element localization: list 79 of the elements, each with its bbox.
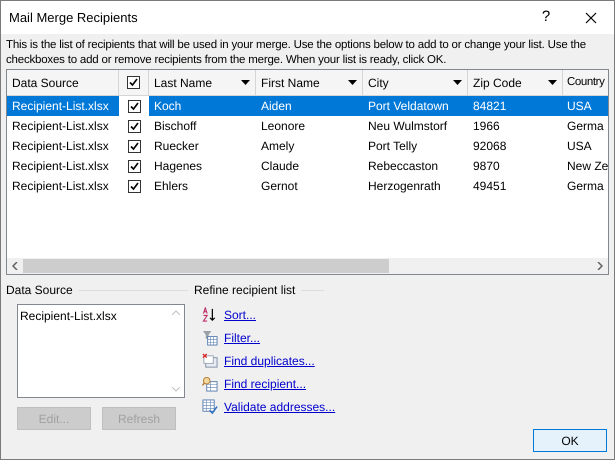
table-cell-text: Gernot xyxy=(261,178,298,195)
checkbox[interactable] xyxy=(127,76,140,89)
column-header[interactable]: Data Source xyxy=(7,70,119,95)
table-cell-text: Recipient-List.xlsx xyxy=(12,178,109,195)
duplicate-icon[interactable] xyxy=(202,353,218,369)
refine-link[interactable]: Filter... xyxy=(224,329,260,347)
refine-link[interactable]: Validate addresses... xyxy=(224,398,336,416)
table-cell-text: New Ze xyxy=(567,158,608,175)
list-item[interactable]: Recipient-List.xlsx xyxy=(20,307,168,325)
refine-link[interactable]: Find duplicates... xyxy=(224,352,315,370)
scroll-right-icon[interactable] xyxy=(597,262,603,270)
table-cell-text: USA xyxy=(567,138,592,155)
table-cell-text: Germa xyxy=(567,118,604,135)
table-cell-text: 49451 xyxy=(473,178,506,195)
table-cell-text: Ruecker xyxy=(154,138,199,155)
checkbox[interactable] xyxy=(128,100,140,112)
table-cell-text: Aiden xyxy=(261,98,292,115)
column-label: First Name xyxy=(261,74,321,92)
column-label: Zip Code xyxy=(473,74,523,92)
ok-button[interactable]: OK xyxy=(533,429,607,452)
table-cell-text: USA xyxy=(567,98,592,115)
column-header[interactable]: City xyxy=(363,70,468,95)
table-row[interactable]: Recipient-List.xlsx Ehlers Gernot Herzogenrath 49451 Germa xyxy=(7,176,608,196)
table-row[interactable]: Recipient-List.xlsx Ruecker Amely Port Telly 92068 USA xyxy=(7,136,608,156)
table-cell-text: Recipient-List.xlsx xyxy=(12,118,109,135)
dropdown-arrow-icon[interactable] xyxy=(241,80,250,85)
table-cell-text: Ehlers xyxy=(154,178,188,195)
sort-icon[interactable] xyxy=(202,307,218,323)
refine-link[interactable]: Find recipient... xyxy=(224,375,306,393)
table-cell-text: Recipient-List.xlsx xyxy=(12,98,109,115)
column-header[interactable]: Last Name xyxy=(149,70,256,95)
table-cell-text: Germa xyxy=(567,178,604,195)
filter-icon[interactable] xyxy=(202,330,218,346)
checklist-icon[interactable] xyxy=(202,399,218,415)
section-heading: Data Source xyxy=(6,282,73,299)
table-cell-text: 92068 xyxy=(473,138,506,155)
find-icon[interactable] xyxy=(202,376,218,392)
column-label: City xyxy=(368,74,390,92)
table-cell-text: Port Telly xyxy=(368,138,418,155)
scrollbar-thumb[interactable] xyxy=(23,259,389,273)
column-label: Last Name xyxy=(154,74,214,92)
refine-link[interactable]: Sort... xyxy=(224,306,256,324)
instructions-text: This is the list of recipients that will be used in your merge. Use the options below to add to or change your list. Use the checkboxes to add or remove recipients from the merge. When your list is ready, click OK. xyxy=(5,38,587,68)
checkbox[interactable] xyxy=(128,160,140,172)
table-cell-text: Herzogenrath xyxy=(368,178,441,195)
checkbox[interactable] xyxy=(128,140,140,152)
table-cell-text: Rebeccaston xyxy=(368,158,438,175)
checkbox[interactable] xyxy=(128,120,140,132)
column-header[interactable]: First Name xyxy=(256,70,363,95)
dropdown-arrow-icon[interactable] xyxy=(548,80,557,85)
table-cell-text: Neu Wulmstorf xyxy=(368,118,448,135)
help-button[interactable]: ? xyxy=(524,1,568,34)
column-label: Data Source xyxy=(12,74,80,92)
horizontal-scrollbar[interactable] xyxy=(7,258,608,274)
close-icon xyxy=(585,12,597,24)
table-cell-text: Bischoff xyxy=(154,118,196,135)
table-cell-text: Port Veldatown xyxy=(368,98,449,115)
table-cell-text: Amely xyxy=(261,138,294,155)
dropdown-arrow-icon[interactable] xyxy=(453,80,462,85)
table-row[interactable]: Recipient-List.xlsx Koch Aiden Port Veldatown 84821 USA xyxy=(7,96,608,116)
dropdown-arrow-icon[interactable] xyxy=(348,80,357,85)
table-cell-text: Hagenes xyxy=(154,158,202,175)
table-cell-text: Recipient-List.xlsx xyxy=(12,158,109,175)
table-row[interactable]: Recipient-List.xlsx Hagenes Claude Rebeccaston 9870 New Ze xyxy=(7,156,608,176)
checkbox[interactable] xyxy=(128,180,140,192)
table-row[interactable]: Recipient-List.xlsx Bischoff Leonore Neu Wulmstorf 1966 Germa xyxy=(7,116,608,136)
column-header[interactable]: Zip Code xyxy=(468,70,563,95)
table-cell-text: 1966 xyxy=(473,118,500,135)
table-cell-text: Koch xyxy=(154,98,182,115)
table-cell-text: 84821 xyxy=(473,98,506,115)
table-cell-text: 9870 xyxy=(473,158,500,175)
section-heading: Refine recipient list xyxy=(194,282,296,299)
table-cell-text: Leonore xyxy=(261,118,306,135)
column-header[interactable]: Country xyxy=(563,70,608,95)
table-cell-text: Claude xyxy=(261,158,300,175)
table-cell-text: Recipient-List.xlsx xyxy=(12,138,109,155)
scroll-left-icon[interactable] xyxy=(12,262,18,270)
column-label: Country xyxy=(567,74,606,90)
window-title: Mail Merge Recipients xyxy=(9,8,139,27)
